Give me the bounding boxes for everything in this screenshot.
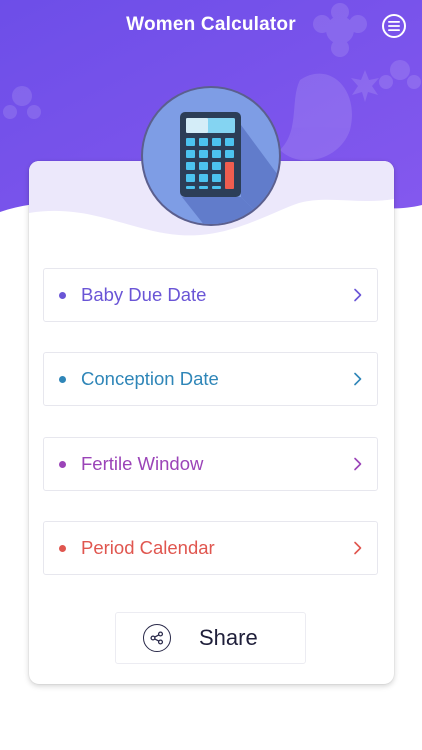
bullet-dot	[59, 460, 66, 468]
hamburger-menu-icon	[388, 21, 400, 31]
app-title: Women Calculator	[126, 14, 296, 35]
share-icon	[143, 624, 171, 652]
menu-item-label: Period Calendar	[81, 537, 215, 558]
chevron-right-icon	[354, 288, 362, 302]
bullet-dot	[59, 291, 66, 299]
bullet-dot	[59, 375, 66, 383]
chevron-right-icon	[354, 372, 362, 386]
share-label: Share	[199, 625, 258, 650]
calculator-logo	[140, 85, 282, 227]
share-button[interactable]: Share	[115, 612, 306, 664]
bullet-dot	[59, 544, 66, 552]
menu-item-conception-date[interactable]: Conception Date	[43, 352, 378, 406]
chevron-right-icon	[354, 457, 362, 471]
menu-button[interactable]	[382, 14, 406, 38]
calculator-icon	[141, 86, 281, 226]
chevron-right-icon	[354, 541, 362, 555]
menu-item-period-calendar[interactable]: Period Calendar	[43, 521, 378, 575]
main-card	[29, 161, 394, 684]
menu-item-fertile-window[interactable]: Fertile Window	[43, 437, 378, 491]
menu-item-label: Fertile Window	[81, 453, 204, 474]
menu-item-label: Baby Due Date	[81, 284, 207, 305]
menu-item-baby-due-date[interactable]: Baby Due Date	[43, 268, 378, 322]
menu-item-label: Conception Date	[81, 368, 219, 389]
